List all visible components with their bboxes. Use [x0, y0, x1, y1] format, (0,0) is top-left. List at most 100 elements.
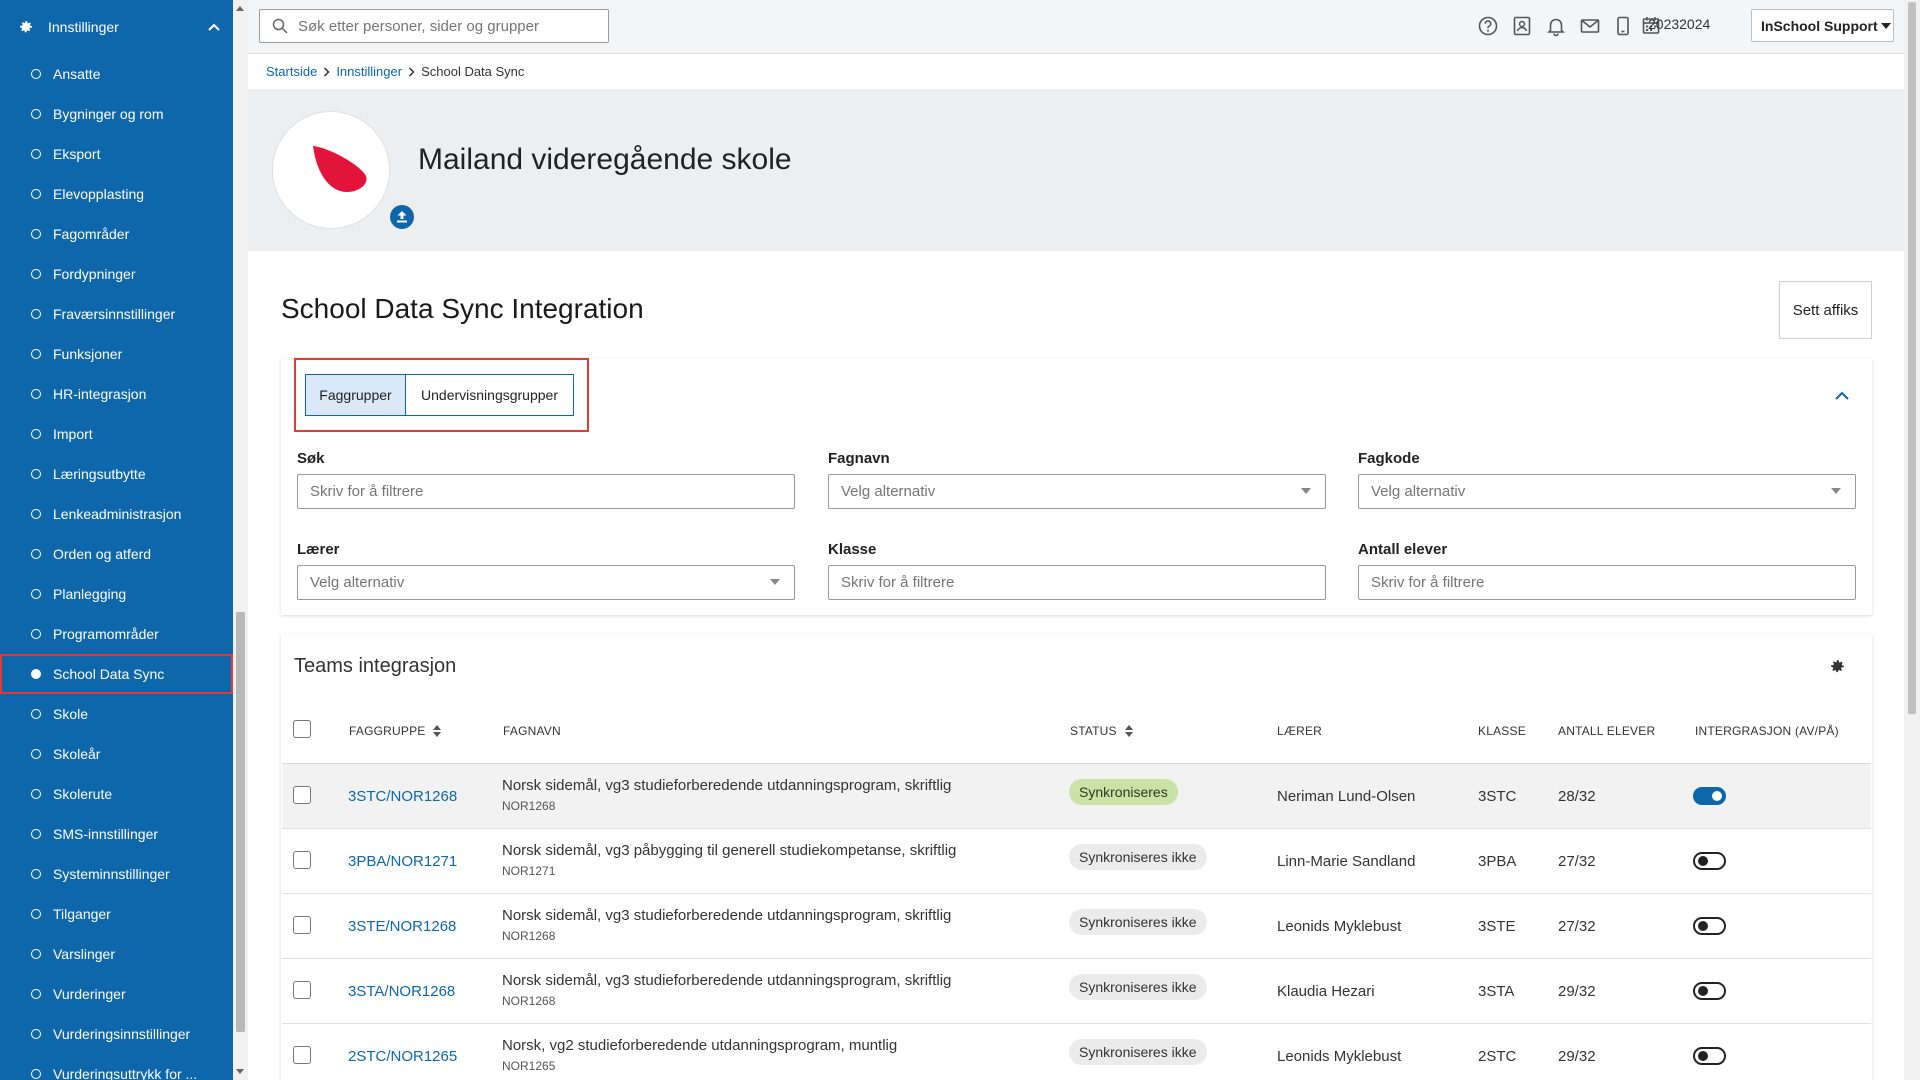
row-checkbox[interactable]	[293, 1046, 311, 1064]
sidebar-item-tilganger[interactable]: Tilganger	[0, 894, 233, 934]
contact-card-icon[interactable]	[1511, 15, 1533, 37]
row-checkbox[interactable]	[293, 981, 311, 999]
sidebar-item-funksjoner[interactable]: Funksjoner	[0, 334, 233, 374]
sidebar-scroll-thumb[interactable]	[236, 612, 245, 1032]
sidebar-item-label: SMS-innstillinger	[53, 826, 159, 842]
group-link[interactable]: 3PBA/NOR1271	[348, 853, 457, 870]
sidebar-item-eksport[interactable]: Eksport	[0, 134, 233, 174]
sidebar-item-sms-innstillinger[interactable]: SMS-innstillinger	[0, 814, 233, 854]
subject-name-select[interactable]: Velg alternativ	[828, 474, 1326, 509]
scroll-down-arrow-icon[interactable]	[236, 1069, 244, 1074]
sidebar-item-programområder[interactable]: Programområder	[0, 614, 233, 654]
sidebar-item-vurderinger[interactable]: Vurderinger	[0, 974, 233, 1014]
tab-undervisningsgrupper[interactable]: Undervisningsgrupper	[405, 374, 574, 416]
sort-icon[interactable]	[1124, 725, 1133, 737]
help-icon[interactable]	[1477, 15, 1499, 37]
teacher-filter-label: Lærer	[297, 541, 340, 558]
tab-faggrupper[interactable]: Faggrupper	[305, 374, 406, 416]
chevron-up-icon[interactable]	[207, 20, 221, 34]
subject-name-label: Fagnavn	[828, 450, 890, 467]
sidebar-item-label: Tilganger	[53, 906, 111, 922]
integration-toggle[interactable]	[1693, 852, 1726, 870]
column-header-class-label: KLASSE	[1478, 724, 1526, 738]
column-header-class: KLASSE	[1478, 724, 1526, 738]
group-link[interactable]: 3STA/NOR1268	[348, 983, 455, 1000]
sidebar-item-bygninger-og-rom[interactable]: Bygninger og rom	[0, 94, 233, 134]
column-header-status[interactable]: STATUS	[1070, 724, 1133, 738]
class-name: 3STE	[1478, 918, 1516, 935]
subject-name: Norsk, vg2 studieforberedende utdannings…	[502, 1037, 898, 1054]
sidebar-item-systeminnstillinger[interactable]: Systeminnstillinger	[0, 854, 233, 894]
integration-toggle[interactable]	[1693, 917, 1726, 935]
set-affix-button[interactable]: Sett affiks	[1779, 281, 1872, 339]
breadcrumb-home-link[interactable]: Startside	[266, 64, 317, 79]
column-header-group[interactable]: FAGGRUPPE	[349, 724, 442, 738]
user-menu-button[interactable]: InSchool Support	[1751, 9, 1894, 42]
sidebar-item-import[interactable]: Import	[0, 414, 233, 454]
sidebar-scrollbar[interactable]	[233, 0, 248, 1080]
integration-toggle[interactable]	[1693, 787, 1726, 805]
sidebar-item-hr-integrasjon[interactable]: HR-integrasjon	[0, 374, 233, 414]
select-all-checkbox[interactable]	[293, 720, 311, 738]
sidebar-item-orden-og-atferd[interactable]: Orden og atferd	[0, 534, 233, 574]
sidebar-item-lenkeadministrasjon[interactable]: Lenkeadministrasjon	[0, 494, 233, 534]
sidebar-item-fagområder[interactable]: Fagområder	[0, 214, 233, 254]
mail-icon[interactable]	[1579, 15, 1601, 37]
global-search[interactable]	[259, 9, 609, 43]
sidebar-item-label: HR-integrasjon	[53, 386, 147, 402]
group-link[interactable]: 3STC/NOR1268	[348, 788, 457, 805]
search-filter-input[interactable]: Skriv for å filtrere	[297, 474, 795, 509]
sort-icon[interactable]	[433, 725, 442, 737]
search-input[interactable]	[298, 17, 598, 35]
sidebar-item-læringsutbytte[interactable]: Læringsutbytte	[0, 454, 233, 494]
bullet-icon	[31, 949, 41, 959]
teacher-select[interactable]: Velg alternativ	[297, 565, 795, 600]
sidebar-item-fraværsinnstillinger[interactable]: Fraværsinnstillinger	[0, 294, 233, 334]
table-settings-gear-icon[interactable]	[1829, 658, 1846, 675]
bell-icon[interactable]	[1545, 15, 1567, 37]
page-scroll-thumb[interactable]	[1908, 2, 1916, 714]
sidebar-item-varslinger[interactable]: Varslinger	[0, 934, 233, 974]
subject-code-select[interactable]: Velg alternativ	[1358, 474, 1856, 509]
subject-code: NOR1268	[502, 929, 556, 943]
integration-toggle[interactable]	[1693, 1047, 1726, 1065]
page-scrollbar[interactable]	[1904, 0, 1920, 1080]
school-year-selector[interactable]: 20232024	[1648, 16, 1710, 32]
group-link[interactable]: 2STC/NOR1265	[348, 1048, 457, 1065]
sidebar-item-skolerute[interactable]: Skolerute	[0, 774, 233, 814]
class-filter-label: Klasse	[828, 541, 877, 558]
group-link[interactable]: 3STE/NOR1268	[348, 918, 456, 935]
bullet-icon	[31, 509, 41, 519]
toggle-knob	[1712, 791, 1722, 801]
sidebar-item-label: Eksport	[53, 146, 101, 162]
row-checkbox[interactable]	[293, 916, 311, 934]
row-checkbox[interactable]	[293, 786, 311, 804]
sidebar-item-elevopplasting[interactable]: Elevopplasting	[0, 174, 233, 214]
row-checkbox[interactable]	[293, 851, 311, 869]
sidebar-item-label: Skolerute	[53, 786, 113, 802]
bullet-icon	[31, 429, 41, 439]
column-header-students-label: ANTALL ELEVER	[1558, 724, 1656, 738]
students-filter-input[interactable]: Skriv for å filtrere	[1358, 565, 1856, 600]
mobile-icon[interactable]	[1612, 15, 1634, 37]
collapse-chevron-icon[interactable]	[1834, 390, 1850, 402]
sidebar-item-ansatte[interactable]: Ansatte	[0, 54, 233, 94]
sidebar-item-vurderingsuttrykk-for[interactable]: Vurderingsuttrykk for ...	[0, 1054, 233, 1080]
class-filter-input[interactable]: Skriv for å filtrere	[828, 565, 1326, 600]
sidebar-item-school-data-sync[interactable]: School Data Sync	[0, 654, 233, 694]
teacher-name: Neriman Lund-Olsen	[1277, 788, 1416, 805]
teacher-name: Leonids Myklebust	[1277, 1048, 1402, 1065]
breadcrumb-settings-link[interactable]: Innstillinger	[336, 64, 402, 79]
sidebar-item-planlegging[interactable]: Planlegging	[0, 574, 233, 614]
sidebar-item-vurderingsinnstillinger[interactable]: Vurderingsinnstillinger	[0, 1014, 233, 1054]
class-filter-placeholder: Skriv for å filtrere	[841, 574, 955, 591]
sidebar-item-fordypninger[interactable]: Fordypninger	[0, 254, 233, 294]
bullet-icon	[31, 709, 41, 719]
integration-toggle[interactable]	[1693, 982, 1726, 1000]
scroll-up-arrow-icon[interactable]	[236, 6, 244, 11]
upload-logo-button[interactable]	[390, 205, 414, 229]
sidebar-item-skoleår[interactable]: Skoleår	[0, 734, 233, 774]
sidebar-item-skole[interactable]: Skole	[0, 694, 233, 734]
sidebar-header[interactable]: Innstillinger	[0, 0, 233, 54]
bullet-icon	[31, 229, 41, 239]
